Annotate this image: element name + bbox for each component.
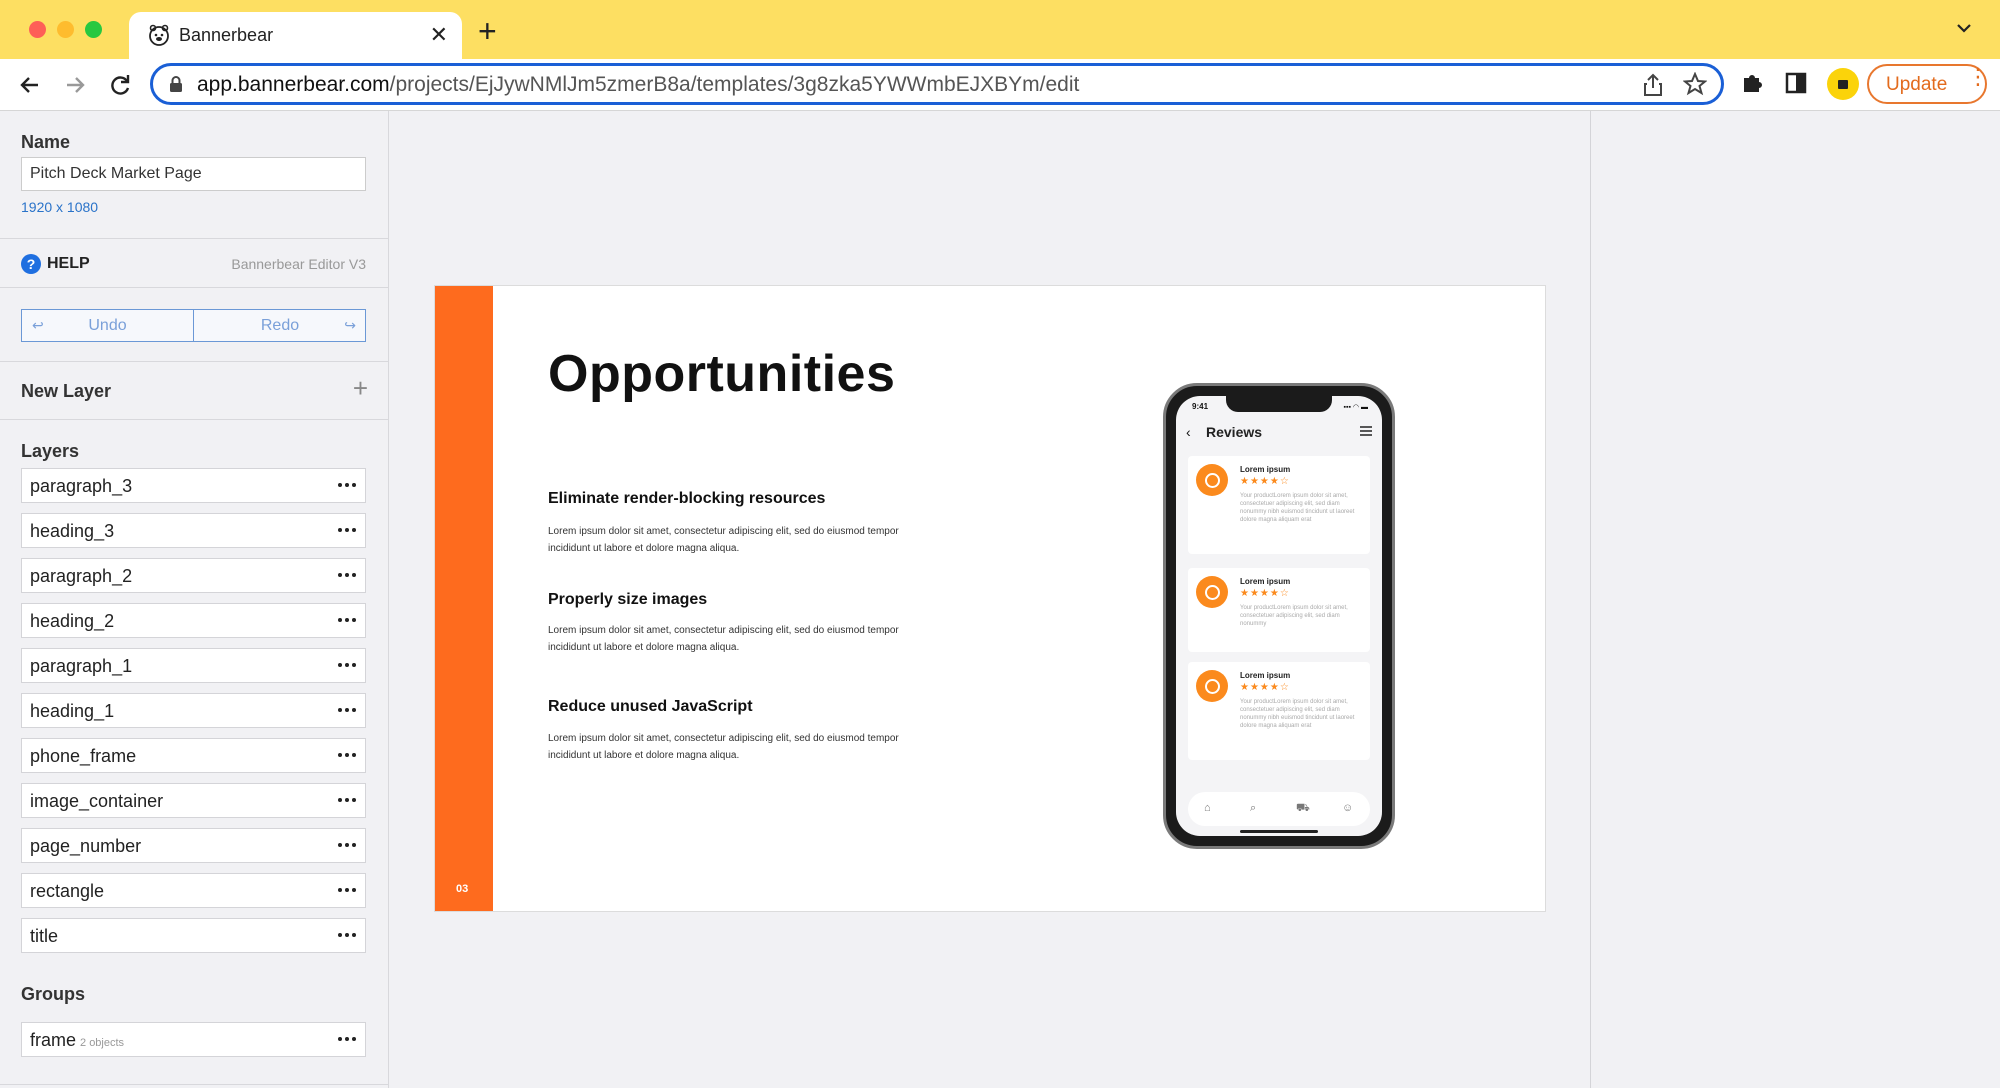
review-card: Lorem ipsum ★★★★☆ Your productLorem ipsum … <box>1188 568 1370 652</box>
new-tab-button[interactable]: + <box>478 14 497 48</box>
cart-icon: ⛟ <box>1296 802 1310 814</box>
url-text: app.bannerbear.com/projects/EjJywNMlJm5z… <box>197 73 1079 97</box>
bookmark-star-icon[interactable] <box>1683 72 1707 96</box>
group-name: frame 2 objects <box>30 1030 125 1050</box>
forward-arrow-icon[interactable] <box>61 71 89 99</box>
browser-toolbar: app.bannerbear.com/projects/EjJywNMlJm5z… <box>0 59 2000 111</box>
reviewer-avatar-icon <box>1196 576 1228 608</box>
right-panel <box>1590 111 2000 1088</box>
chevron-down-icon[interactable] <box>1956 22 1972 34</box>
new-layer-section[interactable]: New Layer <box>0 362 389 420</box>
help-section <box>0 239 389 288</box>
name-label: Name <box>21 132 71 152</box>
page-number-layer[interactable]: 03 <box>456 883 468 895</box>
status-icons: ▪▪▪ ◠ ▬ <box>1343 404 1368 411</box>
more-menu-icon[interactable]: ⋮ <box>1967 66 1989 88</box>
lock-icon <box>170 76 182 92</box>
phone-notch <box>1226 396 1332 412</box>
heading-2-layer[interactable]: Properly size images <box>548 591 707 609</box>
reload-icon[interactable] <box>106 71 134 99</box>
review-stars: ★★★★☆ <box>1240 588 1290 599</box>
group-count: 2 objects <box>80 1037 125 1049</box>
reviewer-name: Lorem ipsum <box>1240 465 1291 474</box>
phone-time: 9:41 <box>1192 402 1209 411</box>
side-panel-icon[interactable] <box>1785 71 1807 95</box>
title-layer[interactable]: Opportunities <box>548 344 895 404</box>
reviewer-avatar-icon <box>1196 464 1228 496</box>
dimensions-link[interactable]: 1920 x 1080 <box>21 199 98 215</box>
review-card: Lorem ipsum ★★★★☆ Your productLorem ipsum … <box>1188 456 1370 554</box>
editor-sidebar: Name Pitch Deck Market Page 1920 x 1080 … <box>0 111 389 1088</box>
back-arrow-icon[interactable] <box>16 71 44 99</box>
close-window-button[interactable] <box>29 21 46 38</box>
tab-title: Bannerbear <box>179 25 274 45</box>
browser-tab-bar: Bannerbear ✕ + <box>0 0 2000 59</box>
tab-close-icon[interactable]: ✕ <box>430 22 448 48</box>
reviewer-avatar-icon <box>1196 670 1228 702</box>
add-layer-icon[interactable]: + <box>353 375 368 401</box>
paragraph-3-layer[interactable]: Lorem ipsum dolor sit amet, consectetur … <box>548 730 908 764</box>
profile-avatar[interactable] <box>1827 68 1859 100</box>
undo-redo-section <box>0 288 389 362</box>
review-stars: ★★★★☆ <box>1240 476 1290 487</box>
review-stars: ★★★★☆ <box>1240 682 1290 693</box>
home-indicator <box>1240 830 1318 833</box>
review-text: Your productLorem ipsum dolor sit amet, … <box>1240 605 1348 627</box>
share-icon[interactable] <box>1643 73 1663 97</box>
update-button[interactable]: Update ⋮ <box>1867 64 1989 104</box>
back-chevron-icon: ‹ <box>1186 424 1191 440</box>
paragraph-2-layer[interactable]: Lorem ipsum dolor sit amet, consectetur … <box>548 622 908 656</box>
review-card: Lorem ipsum ★★★★☆ Your productLorem ipsum … <box>1188 662 1370 760</box>
rectangle-layer[interactable] <box>435 286 493 911</box>
browser-tab[interactable]: Bannerbear ✕ <box>129 12 462 59</box>
review-text: Your productLorem ipsum dolor sit amet, … <box>1240 493 1355 523</box>
phone-bottom-nav: ⌂ ⌕ ⛟ ☺ <box>1188 792 1370 826</box>
name-section: Name Pitch Deck Market Page 1920 x 1080 <box>0 111 389 239</box>
slide-preview[interactable]: 03 Opportunities Eliminate render-blocki… <box>434 285 1546 912</box>
template-name-input[interactable]: Pitch Deck Market Page <box>21 157 366 191</box>
maximize-window-button[interactable] <box>85 21 102 38</box>
group-row[interactable]: frame 2 objects <box>21 1022 366 1057</box>
heading-3-layer[interactable]: Reduce unused JavaScript <box>548 698 753 716</box>
reviews-title: Reviews <box>1206 424 1263 440</box>
reviewer-name: Lorem ipsum <box>1240 671 1291 680</box>
group-options-icon[interactable] <box>338 1037 356 1041</box>
bannerbear-favicon-icon <box>149 24 169 46</box>
phone-frame-layer[interactable]: 9:41 ▪▪▪ ◠ ▬ ‹ Reviews Lorem ipsum ★★★★☆ Y… <box>1163 383 1395 849</box>
extensions-puzzle-icon[interactable] <box>1740 71 1764 95</box>
minimize-window-button[interactable] <box>57 21 74 38</box>
search-icon: ⌕ <box>1250 802 1257 814</box>
url-domain: app.bannerbear.com <box>197 73 390 96</box>
review-text: Your productLorem ipsum dolor sit amet, … <box>1240 699 1355 729</box>
address-bar[interactable]: app.bannerbear.com/projects/EjJywNMlJm5z… <box>150 63 1724 105</box>
paragraph-1-layer[interactable]: Lorem ipsum dolor sit amet, consectetur … <box>548 523 908 557</box>
image-container-layer[interactable]: 9:41 ▪▪▪ ◠ ▬ ‹ Reviews Lorem ipsum ★★★★☆ Y… <box>1176 396 1382 836</box>
home-icon: ⌂ <box>1204 802 1211 814</box>
groups-label: Groups <box>21 984 86 1004</box>
url-path: /projects/EjJywNMlJm5zmerB8a/templates/3… <box>389 73 1080 96</box>
reviewer-name: Lorem ipsum <box>1240 577 1291 586</box>
heading-1-layer[interactable]: Eliminate render-blocking resources <box>548 490 825 508</box>
hamburger-menu-icon <box>1360 426 1372 436</box>
update-label: Update <box>1886 74 1948 95</box>
new-layer-label: New Layer <box>21 381 112 401</box>
user-icon: ☺ <box>1342 802 1354 814</box>
